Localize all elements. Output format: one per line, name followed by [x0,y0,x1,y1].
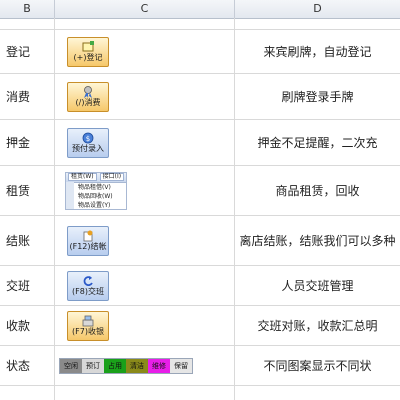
register-button[interactable]: (+)登记 [67,36,109,67]
status-segment: 清洁 [126,358,148,373]
consume-button-label: (/)消费 [75,97,101,107]
menu-item-settings[interactable]: 物品设置(Y) [78,201,126,209]
checkout-button-label: (F12)结帐 [69,241,107,251]
function-name-cell[interactable]: 押金 [0,120,55,165]
description-cell[interactable]: 离店结账，结账我们可以多种 [235,216,400,265]
cash-register-icon [81,315,95,327]
function-name-cell[interactable]: 登记 [0,30,55,73]
rental-menu: 租赁(W) 接口(I) 物品租借(V) 物品回收(W) 物品设置(Y) [65,171,127,210]
function-name-cell[interactable]: 消费 [0,74,55,119]
table-row: 租赁 租赁(W) 接口(I) 物品租借(V) 物品回收(W) 物品设置(Y) 商… [0,166,400,216]
column-header-d[interactable]: D [235,0,400,18]
cashier-button-label: (F7)收银 [72,326,104,336]
cashier-button[interactable]: (F7)收银 [67,310,109,341]
table-row: 押金 $ 预付录入 押金不足提醒，二次充 [0,120,400,166]
shift-handover-button-label: (F8)交班 [72,286,104,296]
description-cell[interactable]: 押金不足提醒，二次充 [235,120,400,165]
table-row: 状态 空闲 预订 占用 清洁 维修 保留 不同图案显示不同状 [0,346,400,386]
spreadsheet: B C D 登记 (+)登记 来宾刷牌，自动登记 消费 (/)消费 刷牌登录手牌… [0,0,400,400]
status-segment: 维修 [148,358,170,373]
description-cell[interactable]: 交班对账，收款汇总明 [235,306,400,345]
description-cell[interactable]: 刷牌登录手牌 [235,74,400,119]
award-ribbon-icon [81,85,95,98]
register-card-icon [81,40,95,53]
status-segment: 占用 [104,358,126,373]
column-header-row: B C D [0,0,400,19]
table-row: 消费 (/)消费 刷牌登录手牌 [0,74,400,120]
status-segment: 预订 [82,358,104,373]
description-cell[interactable]: 不同图案显示不同状 [235,346,400,385]
spacer-row [0,18,400,30]
table-row: 结账 (F12)结帐 离店结账，结账我们可以多种 [0,216,400,266]
table-row: 登记 (+)登记 来宾刷牌，自动登记 [0,30,400,74]
description-cell[interactable]: 商品租赁，回收 [235,166,400,215]
function-name-cell[interactable]: 收款 [0,306,55,345]
function-name-cell[interactable]: 结账 [0,216,55,265]
menu-item-return[interactable]: 物品回收(W) [78,192,126,201]
checkout-button[interactable]: (F12)结帐 [67,225,109,256]
consume-button[interactable]: (/)消费 [67,81,109,112]
column-header-b[interactable]: B [0,0,55,18]
description-cell[interactable]: 人员交班管理 [235,266,400,305]
checkout-icon [81,230,95,242]
deposit-coin-icon: $ [81,132,95,144]
table-row: 收款 (F7)收银 交班对账，收款汇总明 [0,306,400,346]
column-header-c[interactable]: C [55,0,235,18]
shift-handover-button[interactable]: (F8)交班 [67,270,109,301]
function-name-cell[interactable]: 状态 [0,346,55,385]
svg-text:$: $ [86,135,90,143]
shift-arrow-icon [81,275,95,287]
status-segment: 保留 [170,358,192,373]
deposit-entry-button[interactable]: $ 预付录入 [67,127,109,158]
description-cell[interactable]: 来宾刷牌，自动登记 [235,30,400,73]
rental-menu-tab[interactable]: 租赁(W) [68,173,97,181]
rental-menu-bar: 租赁(W) 接口(I) [66,172,126,183]
spacer-row [0,386,400,400]
table-row: 交班 (F8)交班 人员交班管理 [0,266,400,306]
register-button-label: (+)登记 [73,52,103,62]
function-name-cell[interactable]: 交班 [0,266,55,305]
status-segment: 空闲 [60,358,82,373]
function-name-cell[interactable]: 租赁 [0,166,55,215]
interface-menu-tab[interactable]: 接口(I) [99,173,125,181]
menu-item-rent[interactable]: 物品租借(V) [78,183,126,192]
room-status-legend: 空闲 预订 占用 清洁 维修 保留 [59,357,193,374]
deposit-entry-button-label: 预付录入 [72,143,104,153]
